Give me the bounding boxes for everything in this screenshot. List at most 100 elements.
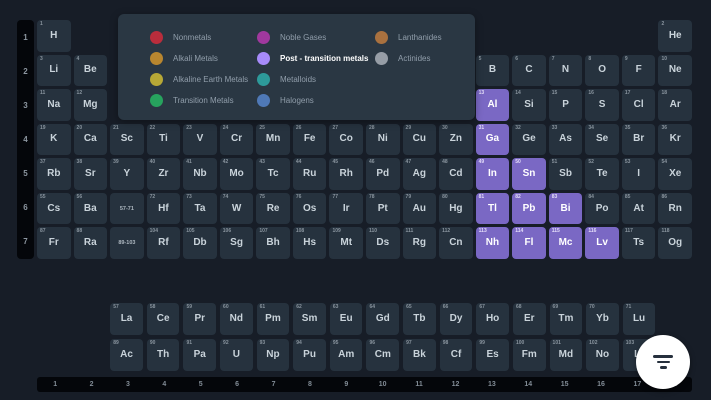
element-tile-ca[interactable]: 20Ca <box>74 124 108 156</box>
element-tile-y[interactable]: 39Y <box>110 158 144 190</box>
element-tile-be[interactable]: 4Be <box>74 55 108 87</box>
element-tile-nh[interactable]: 113Nh <box>476 227 510 259</box>
element-tile-sn[interactable]: 50Sn <box>512 158 546 190</box>
element-tile-nb[interactable]: 41Nb <box>183 158 217 190</box>
element-tile-ru[interactable]: 44Ru <box>293 158 327 190</box>
legend-item-noble-gases[interactable]: Noble Gases <box>257 31 368 44</box>
element-tile-sr[interactable]: 38Sr <box>74 158 108 190</box>
element-tile-cr[interactable]: 24Cr <box>220 124 254 156</box>
element-tile-ne[interactable]: 10Ne <box>658 55 692 87</box>
element-tile-pr[interactable]: 59Pr <box>183 303 216 335</box>
element-tile-at[interactable]: 85At <box>622 193 656 225</box>
legend-item-nonmetals[interactable]: Nonmetals <box>150 31 248 44</box>
element-tile-cu[interactable]: 29Cu <box>403 124 437 156</box>
element-tile-i[interactable]: 53I <box>622 158 656 190</box>
element-tile-f[interactable]: 9F <box>622 55 656 87</box>
element-tile-ds[interactable]: 110Ds <box>366 227 400 259</box>
element-tile-mt[interactable]: 109Mt <box>329 227 363 259</box>
element-tile-eu[interactable]: 63Eu <box>330 303 363 335</box>
element-tile-mg[interactable]: 12Mg <box>74 89 108 121</box>
element-tile-te[interactable]: 52Te <box>585 158 619 190</box>
element-tile-pd[interactable]: 46Pd <box>366 158 400 190</box>
element-tile-cf[interactable]: 98Cf <box>440 339 473 371</box>
element-tile-og[interactable]: 118Og <box>658 227 692 259</box>
element-tile-cl[interactable]: 17Cl <box>622 89 656 121</box>
element-tile-xe[interactable]: 54Xe <box>658 158 692 190</box>
element-tile-in[interactable]: 49In <box>476 158 510 190</box>
element-tile-c[interactable]: 6C <box>512 55 546 87</box>
element-tile-mc[interactable]: 115Mc <box>549 227 583 259</box>
element-tile-br[interactable]: 35Br <box>622 124 656 156</box>
element-tile-mo[interactable]: 42Mo <box>220 158 254 190</box>
element-tile-ir[interactable]: 77Ir <box>329 193 363 225</box>
legend-item-halogens[interactable]: Halogens <box>257 94 368 107</box>
element-tile-np[interactable]: 93Np <box>257 339 290 371</box>
element-tile-ta[interactable]: 73Ta <box>183 193 217 225</box>
element-tile-au[interactable]: 79Au <box>403 193 437 225</box>
element-tile-ge[interactable]: 32Ge <box>512 124 546 156</box>
element-tile-ts[interactable]: 117Ts <box>622 227 656 259</box>
element-tile-th[interactable]: 90Th <box>147 339 180 371</box>
element-tile-er[interactable]: 68Er <box>513 303 546 335</box>
legend-item-alkaline-earth-metals[interactable]: Alkaline Earth Metals <box>150 73 248 86</box>
element-tile-pb[interactable]: 82Pb <box>512 193 546 225</box>
element-tile-fe[interactable]: 26Fe <box>293 124 327 156</box>
element-tile-s[interactable]: 16S <box>585 89 619 121</box>
element-tile-he[interactable]: 2He <box>658 20 692 52</box>
element-tile-cn[interactable]: 112Cn <box>439 227 473 259</box>
element-tile-tm[interactable]: 69Tm <box>550 303 583 335</box>
element-tile-mn[interactable]: 25Mn <box>256 124 290 156</box>
element-tile-na[interactable]: 11Na <box>37 89 71 121</box>
legend-item-post-transition-metals[interactable]: Post - transition metals <box>257 52 368 65</box>
element-tile-ar[interactable]: 18Ar <box>658 89 692 121</box>
element-tile-no[interactable]: 102No <box>586 339 619 371</box>
element-tile-n[interactable]: 7N <box>549 55 583 87</box>
legend-item-transition-metals[interactable]: Transition Metals <box>150 94 248 107</box>
element-tile-os[interactable]: 76Os <box>293 193 327 225</box>
element-tile-pm[interactable]: 61Pm <box>257 303 290 335</box>
element-tile-h[interactable]: 1H <box>37 20 71 52</box>
element-tile-dy[interactable]: 66Dy <box>440 303 473 335</box>
element-tile-tl[interactable]: 81Tl <box>476 193 510 225</box>
element-tile-ra[interactable]: 88Ra <box>74 227 108 259</box>
element-tile-si[interactable]: 14Si <box>512 89 546 121</box>
element-tile-fm[interactable]: 100Fm <box>513 339 546 371</box>
element-tile-lv[interactable]: 116Lv <box>585 227 619 259</box>
element-tile-tb[interactable]: 65Tb <box>403 303 436 335</box>
element-tile-ga[interactable]: 31Ga <box>476 124 510 156</box>
element-tile-kr[interactable]: 36Kr <box>658 124 692 156</box>
element-tile-rb[interactable]: 37Rb <box>37 158 71 190</box>
element-tile-k[interactable]: 19K <box>37 124 71 156</box>
element-tile-sb[interactable]: 51Sb <box>549 158 583 190</box>
element-tile-ho[interactable]: 67Ho <box>476 303 509 335</box>
element-tile-fr[interactable]: 87Fr <box>37 227 71 259</box>
element-tile-db[interactable]: 105Db <box>183 227 217 259</box>
element-tile-pa[interactable]: 91Pa <box>183 339 216 371</box>
element-tile-sg[interactable]: 106Sg <box>220 227 254 259</box>
element-tile-zr[interactable]: 40Zr <box>147 158 181 190</box>
element-tile-cm[interactable]: 96Cm <box>366 339 399 371</box>
element-tile-pt[interactable]: 78Pt <box>366 193 400 225</box>
element-tile-ag[interactable]: 47Ag <box>403 158 437 190</box>
element-tile-bk[interactable]: 97Bk <box>403 339 436 371</box>
element-tile-la[interactable]: 57La <box>110 303 143 335</box>
element-tile-u[interactable]: 92U <box>220 339 253 371</box>
element-tile-hg[interactable]: 80Hg <box>439 193 473 225</box>
element-tile-es[interactable]: 99Es <box>476 339 509 371</box>
element-tile-o[interactable]: 8O <box>585 55 619 87</box>
element-tile-fl[interactable]: 114Fl <box>512 227 546 259</box>
element-tile-rf[interactable]: 104Rf <box>147 227 181 259</box>
element-tile-hf[interactable]: 72Hf <box>147 193 181 225</box>
element-tile-bi[interactable]: 83Bi <box>549 193 583 225</box>
element-tile-hs[interactable]: 108Hs <box>293 227 327 259</box>
element-tile-w[interactable]: 74W <box>220 193 254 225</box>
element-range-placeholder[interactable]: 57-71 <box>110 193 144 225</box>
filter-button[interactable] <box>636 335 690 389</box>
element-tile-tc[interactable]: 43Tc <box>256 158 290 190</box>
element-tile-b[interactable]: 5B <box>476 55 510 87</box>
element-tile-rh[interactable]: 45Rh <box>329 158 363 190</box>
element-tile-li[interactable]: 3Li <box>37 55 71 87</box>
element-tile-zn[interactable]: 30Zn <box>439 124 473 156</box>
element-tile-as[interactable]: 33As <box>549 124 583 156</box>
element-tile-po[interactable]: 84Po <box>585 193 619 225</box>
